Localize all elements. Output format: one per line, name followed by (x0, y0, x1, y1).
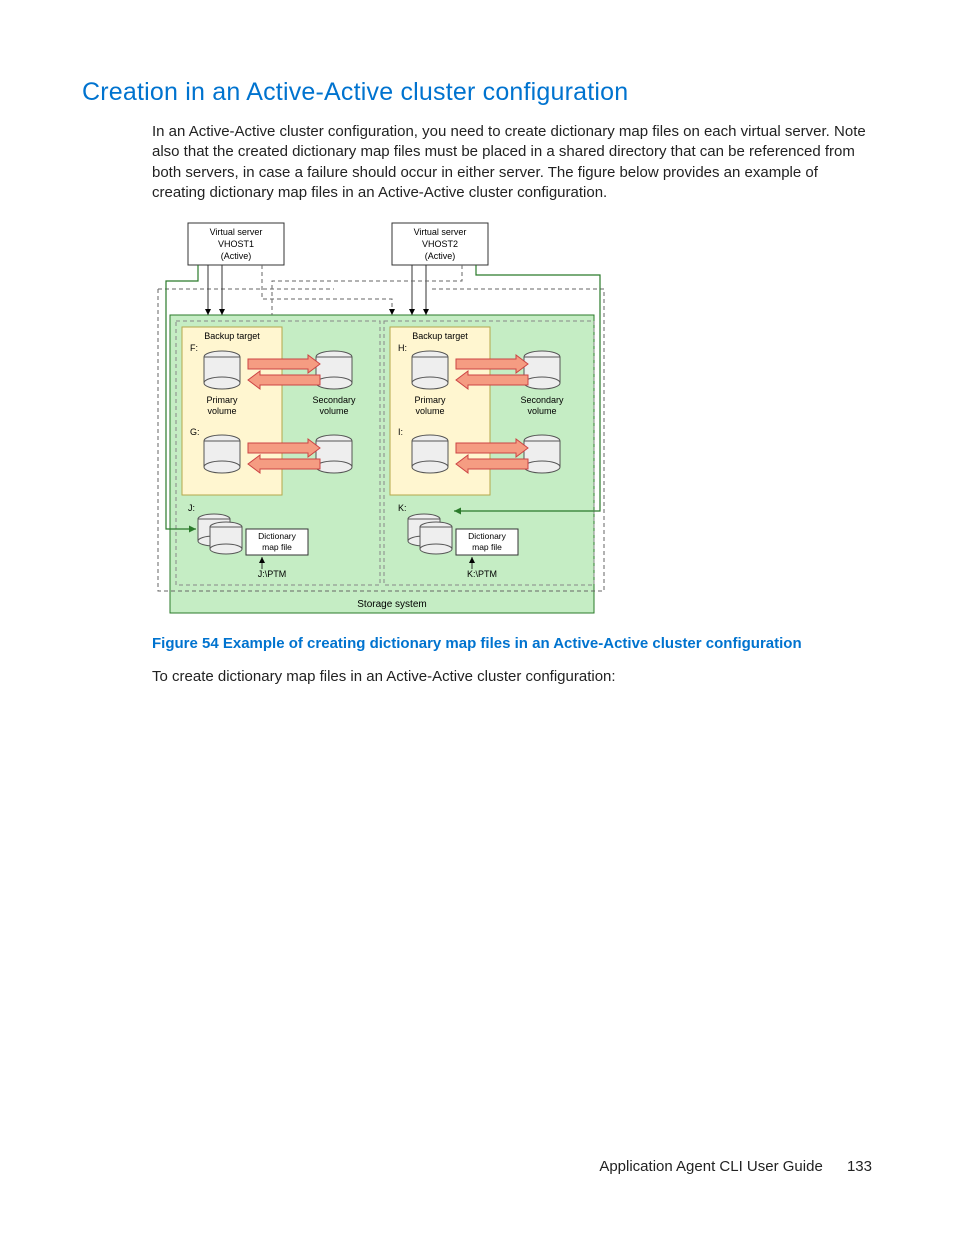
dict-j-l1: Dictionary (258, 531, 297, 541)
page-footer: Application Agent CLI User Guide 133 (599, 1158, 872, 1175)
secondary-left-l1: Secondary (312, 395, 356, 405)
section-heading: Creation in an Active-Active cluster con… (82, 78, 872, 107)
figure-caption: Figure 54 Example of creating dictionary… (152, 635, 872, 652)
primary-h-l1: Primary (415, 395, 446, 405)
drive-k-label: K: (398, 503, 407, 513)
cylinder-sec-i (524, 435, 560, 473)
vhost1-line2: VHOST1 (218, 239, 254, 249)
storage-system-label: Storage system (357, 599, 426, 610)
footer-title: Application Agent CLI User Guide (599, 1158, 822, 1175)
dict-j-l2: map file (262, 542, 292, 552)
cylinder-f (204, 351, 240, 389)
backup-target-left: Backup target (204, 331, 260, 341)
page-number: 133 (847, 1158, 872, 1175)
cylinder-h (412, 351, 448, 389)
vhost1-line1: Virtual server (210, 227, 263, 237)
intro-paragraph: In an Active-Active cluster configuratio… (152, 122, 872, 203)
drive-i-label: I: (398, 427, 403, 437)
primary-h-l2: volume (415, 406, 444, 416)
cylinder-sec-h (524, 351, 560, 389)
cylinder-sec-g (316, 435, 352, 473)
cylinder-sec-f (316, 351, 352, 389)
drive-j-label: J: (188, 503, 195, 513)
backup-target-right: Backup target (412, 331, 468, 341)
secondary-right-l2: volume (527, 406, 556, 416)
dict-k-l2: map file (472, 542, 502, 552)
vhost1-line3: (Active) (221, 251, 252, 261)
lead-in-paragraph: To create dictionary map files in an Act… (152, 667, 872, 687)
figure-container: Storage system Virtual server VHOST1 (Ac… (152, 219, 872, 619)
drive-f-label: F: (190, 343, 198, 353)
cylinder-i (412, 435, 448, 473)
secondary-left-l2: volume (319, 406, 348, 416)
cylinder-g (204, 435, 240, 473)
primary-f-l2: volume (207, 406, 236, 416)
path-j: J:\PTM (258, 569, 287, 579)
primary-f-l1: Primary (207, 395, 238, 405)
vhost2-line3: (Active) (425, 251, 456, 261)
vhost2-line2: VHOST2 (422, 239, 458, 249)
dict-k-l1: Dictionary (468, 531, 507, 541)
vhost2-line1: Virtual server (414, 227, 467, 237)
drive-h-label: H: (398, 343, 407, 353)
secondary-right-l1: Secondary (520, 395, 564, 405)
path-k: K:\PTM (467, 569, 497, 579)
drive-g-label: G: (190, 427, 200, 437)
cluster-diagram: Storage system Virtual server VHOST1 (Ac… (152, 219, 612, 619)
